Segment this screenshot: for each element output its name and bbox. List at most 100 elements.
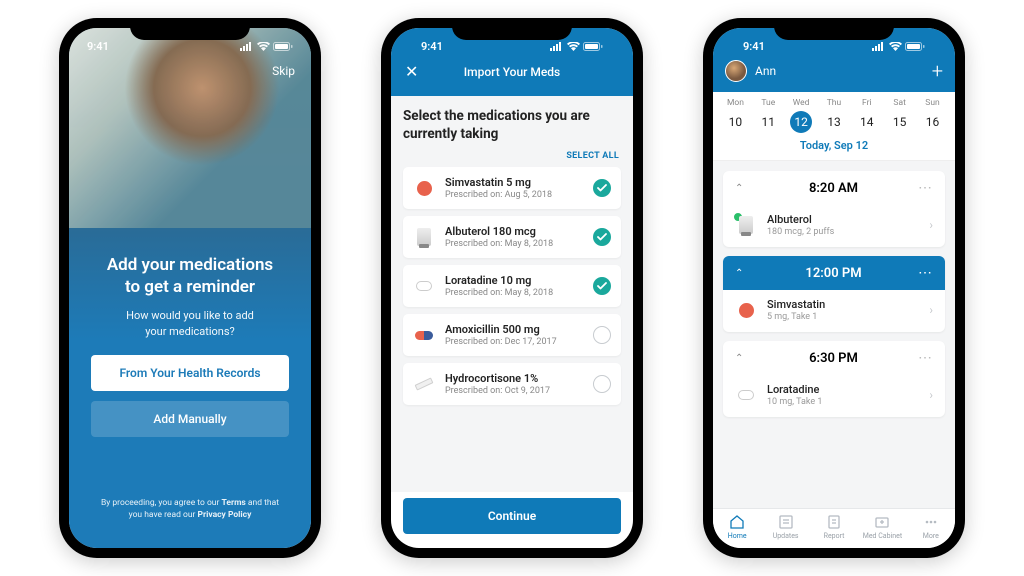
today-label: Today, Sep 12: [719, 139, 949, 152]
med-icon: [413, 275, 435, 297]
tab-more[interactable]: More: [907, 514, 955, 540]
slot-time: 8:20 AM: [749, 181, 918, 196]
onboarding-title: Add your medications to get a reminder: [91, 254, 289, 298]
more-icon[interactable]: ⋯: [918, 265, 933, 281]
select-checkbox[interactable]: [593, 179, 611, 197]
tab-icon: [907, 514, 955, 530]
tab-label: Med Cabinet: [858, 532, 906, 540]
status-time: 9:41: [87, 40, 109, 53]
slot-header[interactable]: ⌃8:20 AM⋯: [723, 171, 945, 205]
med-name: Amoxicillin 500 mg: [445, 323, 583, 336]
from-health-records-button[interactable]: From Your Health Records: [91, 355, 289, 391]
slot-medication[interactable]: Albuterol180 mcg, 2 puffs›: [723, 205, 945, 247]
med-dose: 180 mcg, 2 puffs: [767, 227, 919, 237]
med-name: Loratadine: [767, 383, 919, 396]
week-calendar: Mon10Tue11Wed12Thu13Fri14Sat15Sun16 Toda…: [713, 92, 955, 161]
calendar-day[interactable]: Sun16: [918, 98, 946, 133]
terms-link[interactable]: Terms: [221, 498, 245, 508]
signal-icon: [240, 42, 254, 51]
add-manually-button[interactable]: Add Manually: [91, 401, 289, 437]
select-all-button[interactable]: SELECT ALL: [405, 151, 619, 161]
onboarding-subtitle: How would you like to add your medicatio…: [91, 308, 289, 339]
phone-schedule: 9:41 Ann + Mon10Tue11Wed12Thu13Fri14Sat1…: [703, 18, 965, 558]
select-checkbox[interactable]: [593, 277, 611, 295]
slot-header[interactable]: ⌃6:30 PM⋯: [723, 341, 945, 375]
phone-import-meds: 9:41 ✕ Import Your Meds Select the medic…: [381, 18, 643, 558]
select-checkbox[interactable]: [593, 375, 611, 393]
calendar-day[interactable]: Fri14: [853, 98, 881, 133]
calendar-day[interactable]: Thu13: [820, 98, 848, 133]
tab-report[interactable]: Report: [810, 514, 858, 540]
calendar-day[interactable]: Tue11: [754, 98, 782, 133]
medication-row[interactable]: Hydrocortisone 1%Prescribed on: Oct 9, 2…: [403, 363, 621, 405]
tab-label: Updates: [761, 532, 809, 540]
tab-icon: [810, 514, 858, 530]
signal-icon: [550, 42, 564, 51]
med-icon: [413, 373, 435, 395]
chevron-up-icon: ⌃: [735, 183, 749, 194]
calendar-day[interactable]: Sat15: [886, 98, 914, 133]
user-name: Ann: [755, 64, 776, 78]
med-prescribed: Prescribed on: Oct 9, 2017: [445, 386, 583, 396]
more-icon[interactable]: ⋯: [918, 350, 933, 366]
continue-button[interactable]: Continue: [403, 498, 621, 534]
skip-button[interactable]: Skip: [272, 64, 295, 78]
more-icon[interactable]: ⋯: [918, 180, 933, 196]
status-icons: [872, 42, 925, 51]
chevron-right-icon: ›: [929, 218, 933, 232]
med-name: Albuterol 180 mcg: [445, 225, 583, 238]
close-icon[interactable]: ✕: [405, 64, 418, 80]
battery-icon: [273, 42, 293, 51]
battery-icon: [583, 42, 603, 51]
medication-row[interactable]: Amoxicillin 500 mgPrescribed on: Dec 17,…: [403, 314, 621, 356]
med-icon: [735, 384, 757, 406]
time-slot: ⌃6:30 PM⋯ Loratadine10 mg, Take 1 ›: [723, 341, 945, 417]
legal-footer: By proceeding, you agree to our Terms an…: [69, 498, 311, 548]
slot-medication[interactable]: Simvastatin5 mg, Take 1›: [723, 290, 945, 332]
header-title: Import Your Meds: [464, 65, 560, 79]
tab-updates[interactable]: Updates: [761, 514, 809, 540]
med-name: Simvastatin: [767, 298, 919, 311]
notch: [774, 18, 894, 40]
tab-label: Report: [810, 532, 858, 540]
select-checkbox[interactable]: [593, 228, 611, 246]
medication-row[interactable]: Loratadine 10 mgPrescribed on: May 8, 20…: [403, 265, 621, 307]
user-profile[interactable]: Ann: [725, 60, 776, 82]
tab-icon: [761, 514, 809, 530]
medication-list: Simvastatin 5 mgPrescribed on: Aug 5, 20…: [403, 167, 621, 405]
med-icon: [735, 214, 757, 236]
medication-row[interactable]: Simvastatin 5 mgPrescribed on: Aug 5, 20…: [403, 167, 621, 209]
battery-icon: [905, 42, 925, 51]
tab-home[interactable]: Home: [713, 514, 761, 540]
calendar-day[interactable]: Mon10: [721, 98, 749, 133]
add-icon[interactable]: +: [932, 61, 943, 81]
slot-medication[interactable]: Loratadine10 mg, Take 1 ›: [723, 375, 945, 417]
slot-time: 12:00 PM: [749, 266, 918, 281]
select-checkbox[interactable]: [593, 326, 611, 344]
chevron-right-icon: ›: [929, 388, 933, 402]
med-icon: [735, 299, 757, 321]
med-name: Loratadine 10 mg: [445, 274, 583, 287]
time-slot: ⌃8:20 AM⋯Albuterol180 mcg, 2 puffs›: [723, 171, 945, 247]
chevron-up-icon: ⌃: [735, 353, 749, 364]
medication-row[interactable]: Albuterol 180 mcgPrescribed on: May 8, 2…: [403, 216, 621, 258]
med-icon: [413, 177, 435, 199]
med-prescribed: Prescribed on: Aug 5, 2018: [445, 190, 583, 200]
med-icon: [413, 324, 435, 346]
calendar-day[interactable]: Wed12: [787, 98, 815, 133]
status-icons: [550, 42, 603, 51]
notch: [130, 18, 250, 40]
status-time: 9:41: [421, 40, 443, 53]
privacy-link[interactable]: Privacy Policy: [198, 510, 252, 520]
tab-icon: [858, 514, 906, 530]
med-prescribed: Prescribed on: Dec 17, 2017: [445, 337, 583, 347]
signal-icon: [872, 42, 886, 51]
tab-label: More: [907, 532, 955, 540]
med-prescribed: Prescribed on: May 8, 2018: [445, 239, 583, 249]
chevron-up-icon: ⌃: [735, 268, 749, 279]
status-time: 9:41: [743, 40, 765, 53]
slot-header[interactable]: ⌃12:00 PM⋯: [723, 256, 945, 290]
wifi-icon: [889, 42, 902, 51]
med-dose: 10 mg, Take 1: [767, 397, 919, 407]
tab-med-cabinet[interactable]: Med Cabinet: [858, 514, 906, 540]
